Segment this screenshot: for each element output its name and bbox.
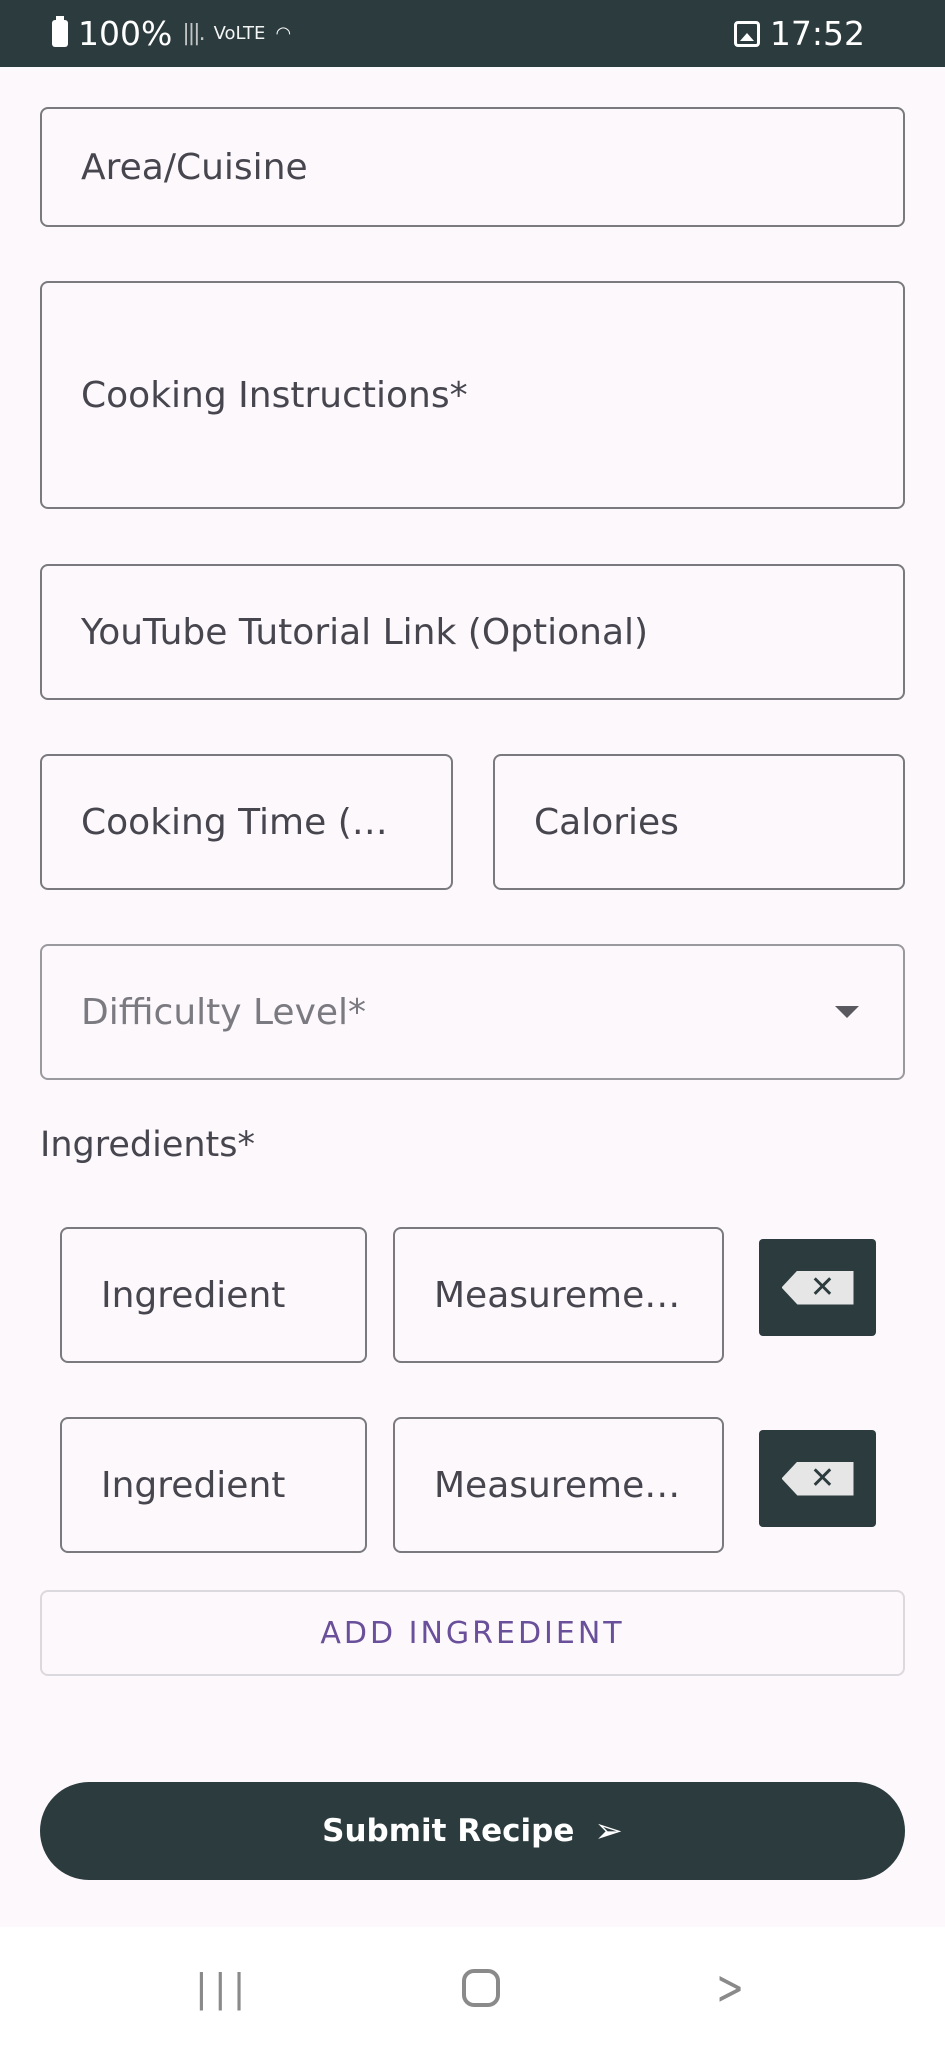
status-time: 17:52: [769, 14, 865, 53]
youtube-link-placeholder: YouTube Tutorial Link (Optional): [81, 611, 649, 653]
cooking-instructions-placeholder: Cooking Instructions*: [81, 374, 468, 416]
send-icon: ➢: [594, 1811, 623, 1851]
ingredient-name-field[interactable]: Ingredient: [60, 1417, 367, 1553]
cooking-instructions-field[interactable]: Cooking Instructions*: [40, 281, 905, 509]
volte-icon: VoLTE: [213, 22, 266, 44]
status-bar: 100% |||. VoLTE ◠ 17:52: [0, 0, 945, 67]
add-ingredient-button[interactable]: ADD INGREDIENT: [40, 1590, 905, 1676]
ingredient-measurement-field[interactable]: Measureme…: [393, 1227, 724, 1363]
status-left: 100% |||. VoLTE ◠: [52, 14, 291, 53]
ingredients-label: Ingredients*: [40, 1125, 255, 1165]
submit-recipe-label: Submit Recipe: [322, 1813, 575, 1849]
ingredient-measurement-field[interactable]: Measureme…: [393, 1417, 724, 1553]
recent-apps-icon[interactable]: |||: [195, 1966, 251, 2010]
gallery-icon: [733, 20, 760, 47]
cooking-time-field[interactable]: Cooking Time (…: [40, 754, 453, 890]
arrow-drop-down-icon: [835, 1006, 859, 1018]
home-icon[interactable]: [461, 1968, 500, 2007]
delete-ingredient-button[interactable]: ✕: [759, 1239, 876, 1336]
ingredient-name-placeholder: Ingredient: [101, 1274, 286, 1316]
calories-placeholder: Calories: [534, 801, 679, 843]
ingredient-name-field[interactable]: Ingredient: [60, 1227, 367, 1363]
battery-level: 100%: [78, 14, 173, 53]
difficulty-level-placeholder: Difficulty Level*: [81, 991, 367, 1033]
system-nav-bar: ||| >: [0, 1927, 945, 2048]
cooking-time-placeholder: Cooking Time (…: [81, 801, 388, 843]
calories-field[interactable]: Calories: [493, 754, 905, 890]
battery-icon: [52, 16, 68, 47]
ingredient-measurement-placeholder: Measureme…: [434, 1274, 681, 1316]
area-cuisine-field[interactable]: Area/Cuisine: [40, 107, 905, 227]
wifi-icon: ◠: [275, 22, 292, 44]
ingredient-name-placeholder: Ingredient: [101, 1464, 286, 1506]
recipe-form: Area/Cuisine Cooking Instructions* YouTu…: [0, 67, 945, 1927]
delete-ingredient-button[interactable]: ✕: [759, 1430, 876, 1527]
signal-icon: |||.: [182, 21, 205, 46]
ingredient-measurement-placeholder: Measureme…: [434, 1464, 681, 1506]
submit-recipe-button[interactable]: Submit Recipe ➢: [40, 1782, 905, 1880]
difficulty-level-dropdown[interactable]: Difficulty Level*: [40, 944, 905, 1080]
backspace-icon: ✕: [781, 1270, 854, 1305]
backspace-icon: ✕: [781, 1461, 854, 1496]
back-icon[interactable]: >: [716, 1960, 744, 2016]
area-cuisine-placeholder: Area/Cuisine: [81, 146, 308, 188]
youtube-link-field[interactable]: YouTube Tutorial Link (Optional): [40, 564, 905, 700]
status-right: 17:52: [733, 14, 865, 53]
